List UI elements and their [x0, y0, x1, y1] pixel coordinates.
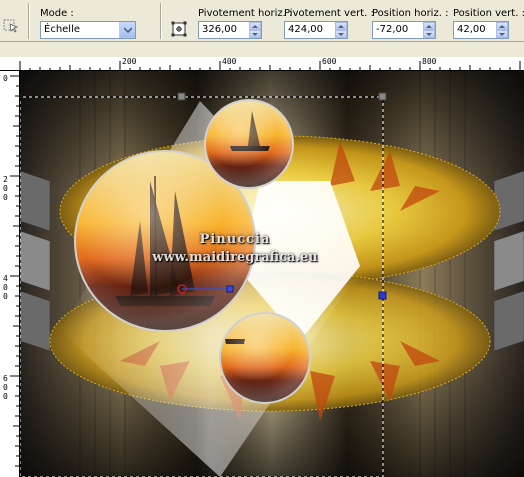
- spin-up-button[interactable]: [249, 22, 261, 30]
- position-horizontal-label: Position horiz. :: [372, 8, 449, 19]
- watermark-line-2: www.maidiregrafica.eu: [152, 250, 318, 265]
- pivot-point-icon[interactable]: [171, 21, 187, 37]
- spin-down-button[interactable]: [335, 30, 347, 38]
- pivot-horizontal-input[interactable]: 326,00: [198, 21, 262, 39]
- tool-options-toolbar: Mode : Échelle Pivotement horiz. : 326,0…: [0, 0, 524, 42]
- arrow-up-icon: [499, 24, 505, 28]
- arrow-up-icon: [426, 24, 432, 28]
- ruler-label: 200: [122, 57, 137, 66]
- pivot-horizontal-spinner[interactable]: [249, 22, 261, 38]
- ruler-label: 800: [422, 57, 437, 66]
- arrow-up-icon: [252, 24, 258, 28]
- arrow-down-icon: [338, 32, 344, 36]
- spin-down-button[interactable]: [249, 30, 261, 38]
- toolbar-gap: [0, 43, 524, 57]
- mode-label: Mode :: [40, 8, 74, 19]
- position-vertical-label: Position vert. :: [453, 8, 524, 19]
- watermark-text: Pinuccia www.maidiregrafica.eu: [120, 231, 350, 267]
- pivot-horizontal-label: Pivotement horiz. :: [198, 8, 293, 19]
- pivot-horizontal-value: 326,00: [202, 24, 237, 35]
- position-vertical-spinner[interactable]: [496, 22, 508, 38]
- spin-up-button[interactable]: [423, 22, 435, 30]
- mode-select[interactable]: Échelle: [40, 21, 136, 39]
- arrow-up-icon: [338, 24, 344, 28]
- horizontal-ruler[interactable]: 200 400 600 800: [0, 57, 524, 71]
- watermark-line-1: Pinuccia: [199, 232, 271, 247]
- ruler-label: 600: [3, 374, 8, 401]
- position-horizontal-value: -72,00: [376, 24, 409, 35]
- toolbar-separator: [160, 3, 162, 39]
- ruler-ticks-horizontal: [19, 61, 521, 71]
- position-vertical-input[interactable]: 42,00: [453, 21, 509, 39]
- spin-down-button[interactable]: [423, 30, 435, 38]
- pivot-vertical-label: Pivotement vert. :: [284, 8, 374, 19]
- spin-down-button[interactable]: [496, 30, 508, 38]
- chevron-down-icon: [123, 27, 132, 33]
- spin-up-button[interactable]: [335, 22, 347, 30]
- image-canvas[interactable]: Pinuccia www.maidiregrafica.eu: [20, 71, 524, 477]
- pivot-vertical-spinner[interactable]: [335, 22, 347, 38]
- position-horizontal-input[interactable]: -72,00: [372, 21, 436, 39]
- artwork: [20, 71, 524, 477]
- pivot-vertical-value: 424,00: [288, 24, 323, 35]
- editor-window: Mode : Échelle Pivotement horiz. : 326,0…: [0, 0, 524, 477]
- mode-dropdown-button[interactable]: [119, 22, 135, 38]
- ruler-label: 400: [222, 57, 237, 66]
- position-vertical-value: 42,00: [457, 24, 486, 35]
- arrow-down-icon: [252, 32, 258, 36]
- toolbar-separator: [28, 3, 30, 39]
- ruler-label: 600: [322, 57, 337, 66]
- ruler-label: 0: [3, 74, 8, 83]
- arrow-down-icon: [426, 32, 432, 36]
- mode-select-value: Échelle: [44, 24, 81, 35]
- vertical-ruler[interactable]: 0 200 400 600: [0, 71, 20, 477]
- pick-tool-icon[interactable]: [3, 17, 19, 33]
- ruler-label: 400: [3, 274, 8, 301]
- ruler-label: 200: [3, 175, 8, 202]
- spin-up-button[interactable]: [496, 22, 508, 30]
- position-horizontal-spinner[interactable]: [423, 22, 435, 38]
- arrow-down-icon: [499, 32, 505, 36]
- pivot-vertical-input[interactable]: 424,00: [284, 21, 348, 39]
